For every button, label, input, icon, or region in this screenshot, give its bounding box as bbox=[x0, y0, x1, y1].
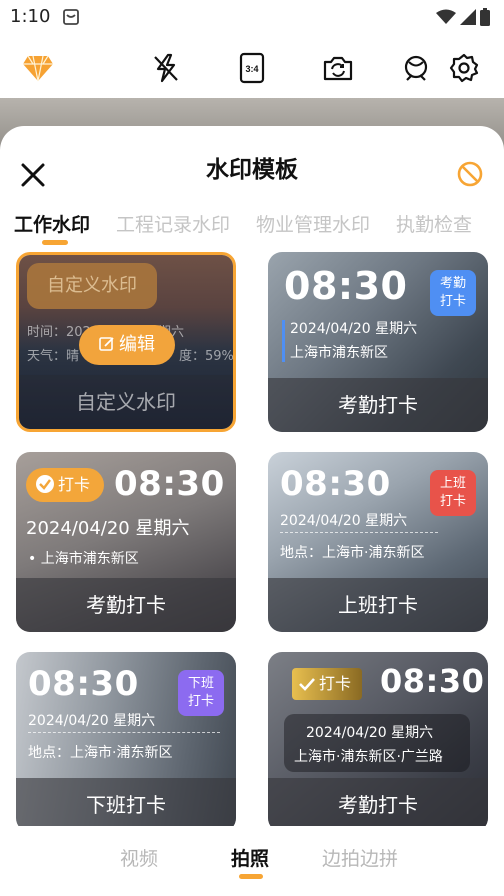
camera-toolbar: 3:4 bbox=[0, 36, 504, 100]
wifi-icon bbox=[436, 9, 456, 24]
card-location: 上海市浦东新区 bbox=[290, 345, 388, 361]
tab-patrol[interactable]: 执勤检查 bbox=[396, 210, 472, 237]
accent-bar bbox=[282, 320, 285, 362]
battery-icon bbox=[480, 8, 490, 26]
template-card-attendance[interactable]: 08:30 考勤 打卡 2024/04/20 星期六 上海市浦东新区 考勤打卡 bbox=[268, 252, 488, 432]
template-card-attendance-gold[interactable]: 打卡 08:30 2024/04/20 星期六 上海市·浦东新区·广兰路 考勤打… bbox=[268, 652, 488, 832]
card-date: 2024/04/20 星期六 bbox=[26, 518, 190, 539]
tab-indicator bbox=[42, 240, 68, 245]
svg-text:3:4: 3:4 bbox=[245, 64, 258, 74]
tab-work[interactable]: 工作水印 bbox=[14, 210, 90, 237]
card-time: 08:30 bbox=[280, 464, 391, 504]
vip-diamond-icon[interactable] bbox=[22, 52, 54, 84]
card-footer: 下班打卡 bbox=[16, 778, 236, 832]
card-location: 上海市·浦东新区·广兰路 bbox=[294, 749, 443, 765]
custom-weather-b: 度：59% bbox=[179, 349, 234, 364]
custom-tag: 自定义水印 bbox=[27, 263, 157, 309]
card-time: 08:30 bbox=[284, 264, 408, 308]
status-bar: 1:10 bbox=[0, 0, 504, 36]
check-icon bbox=[299, 678, 315, 691]
calendar-notification-icon bbox=[63, 9, 79, 25]
sheet-title: 水印模板 bbox=[206, 157, 298, 183]
card-time: 08:30 bbox=[28, 664, 139, 704]
edit-button-label: 编辑 bbox=[119, 334, 155, 355]
attendance-badge: 考勤 打卡 bbox=[430, 270, 476, 316]
custom-weather-a: 天气：晴 bbox=[27, 349, 80, 364]
watermark-template-sheet: 水印模板 工作水印工程记录水印物业管理水印执勤检查 自定义水印 时间：2024/… bbox=[0, 126, 504, 896]
no-watermark-icon[interactable] bbox=[456, 160, 484, 188]
card-location: 地点：上海市·浦东新区 bbox=[28, 745, 173, 761]
template-card-custom[interactable]: 自定义水印 时间：2024/04/20 星期六 天气：晴 度：59% 编辑 自定… bbox=[16, 252, 236, 432]
card-footer: 自定义水印 bbox=[19, 375, 233, 429]
card-footer: 考勤打卡 bbox=[16, 578, 236, 632]
card-location: • 上海市浦东新区 bbox=[28, 551, 139, 567]
settings-gear-icon[interactable] bbox=[448, 52, 480, 84]
mode-video[interactable]: 视频 bbox=[120, 844, 158, 871]
check-icon bbox=[36, 475, 54, 493]
edit-button[interactable]: 编辑 bbox=[79, 325, 175, 365]
tab-property[interactable]: 物业管理水印 bbox=[256, 210, 370, 237]
card-footer: 上班打卡 bbox=[268, 578, 488, 632]
category-tabs: 工作水印 工程记录水印 物业管理水印 执勤检查 bbox=[14, 210, 498, 237]
card-date: 2024/04/20 星期六 bbox=[306, 725, 434, 741]
template-card-work-on[interactable]: 08:30 上班 打卡 2024/04/20 星期六 地点：上海市·浦东新区 上班… bbox=[268, 452, 488, 632]
card-time: 08:30 bbox=[380, 662, 485, 700]
flash-off-icon[interactable] bbox=[150, 52, 182, 84]
mode-indicator bbox=[239, 874, 263, 879]
card-footer: 考勤打卡 bbox=[268, 778, 488, 832]
check-pill: 打卡 bbox=[26, 468, 104, 502]
card-time: 08:30 bbox=[114, 464, 225, 504]
switch-camera-icon[interactable] bbox=[322, 52, 354, 84]
signal-icon bbox=[460, 9, 476, 25]
card-location: 地点：上海市·浦东新区 bbox=[280, 545, 425, 561]
status-icons bbox=[436, 8, 490, 26]
card-date: 2024/04/20 星期六 bbox=[280, 513, 408, 529]
card-footer: 考勤打卡 bbox=[268, 378, 488, 432]
mode-photo[interactable]: 拍照 bbox=[231, 844, 269, 871]
work-off-badge: 下班 打卡 bbox=[178, 670, 224, 716]
capture-mode-bar: 视频 拍照 边拍边拼 bbox=[0, 826, 504, 896]
template-card-attendance-pill[interactable]: 打卡 08:30 2024/04/20 星期六 • 上海市浦东新区 考勤打卡 bbox=[16, 452, 236, 632]
tab-engineering[interactable]: 工程记录水印 bbox=[116, 210, 230, 237]
edit-icon bbox=[99, 337, 114, 351]
aspect-ratio-icon[interactable]: 3:4 bbox=[236, 52, 268, 84]
mode-stitch[interactable]: 边拍边拼 bbox=[322, 844, 398, 871]
card-date: 2024/04/20 星期六 bbox=[28, 713, 156, 729]
check-pill: 打卡 bbox=[292, 668, 362, 700]
template-card-work-off[interactable]: 08:30 下班 打卡 2024/04/20 星期六 地点：上海市·浦东新区 下班… bbox=[16, 652, 236, 832]
status-time: 1:10 bbox=[10, 6, 51, 27]
card-date: 2024/04/20 星期六 bbox=[290, 321, 418, 337]
work-on-badge: 上班 打卡 bbox=[430, 470, 476, 516]
beauty-face-icon[interactable] bbox=[400, 52, 432, 84]
